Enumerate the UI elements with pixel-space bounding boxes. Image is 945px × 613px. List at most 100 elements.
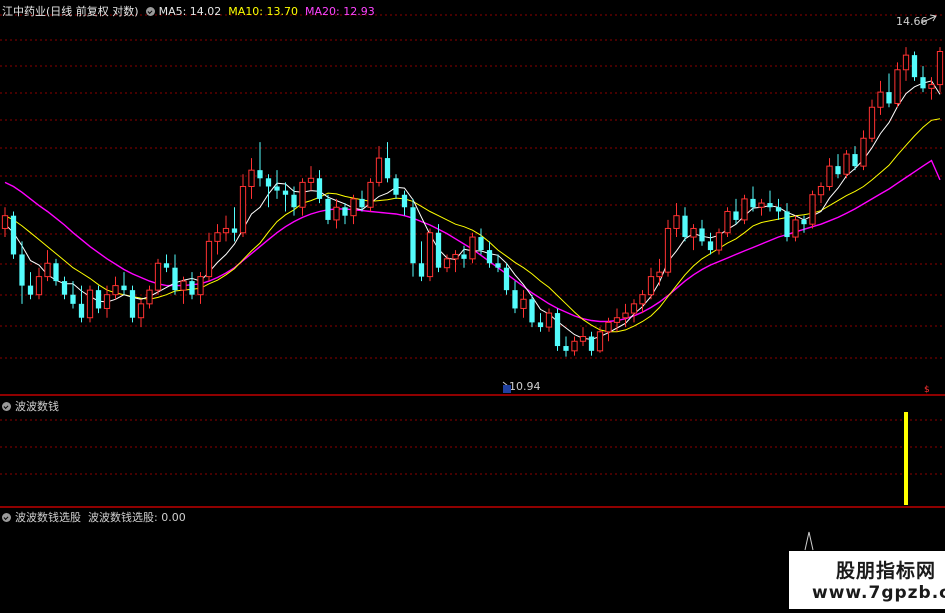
low-price-label: 10.94 bbox=[509, 380, 541, 393]
candle-108 bbox=[920, 66, 926, 93]
signal-bar bbox=[904, 412, 908, 505]
candle-body bbox=[27, 285, 34, 295]
candle-body bbox=[758, 202, 765, 208]
candle-body bbox=[809, 194, 816, 225]
settings-icon[interactable] bbox=[145, 6, 155, 16]
candle-96 bbox=[817, 182, 825, 204]
candle-body bbox=[19, 254, 25, 286]
candle-63 bbox=[537, 313, 544, 332]
candle-60 bbox=[512, 281, 518, 314]
candle-body bbox=[129, 290, 136, 318]
candle-body bbox=[274, 186, 280, 191]
candle-5 bbox=[44, 250, 51, 282]
settings-icon[interactable] bbox=[2, 512, 11, 522]
candle-11 bbox=[95, 285, 102, 314]
candle-body bbox=[180, 280, 187, 291]
candle-97 bbox=[826, 158, 833, 191]
candle-106 bbox=[902, 47, 910, 81]
candle-body bbox=[222, 227, 230, 234]
candle-37 bbox=[316, 170, 323, 204]
candle-91 bbox=[775, 198, 782, 220]
candle-67 bbox=[571, 336, 578, 356]
candle-body bbox=[835, 166, 841, 175]
candle-body bbox=[333, 206, 340, 221]
candle-69 bbox=[588, 331, 595, 356]
candle-body bbox=[682, 215, 688, 238]
candle-79 bbox=[673, 203, 680, 238]
candle-body bbox=[545, 312, 553, 328]
candle-body bbox=[452, 253, 459, 260]
candle-47 bbox=[401, 190, 408, 216]
candle-82 bbox=[699, 219, 705, 246]
candle-95 bbox=[809, 190, 816, 229]
candle-body bbox=[529, 299, 535, 323]
candle-body bbox=[359, 198, 365, 208]
candle-body bbox=[826, 165, 833, 187]
candle-26 bbox=[222, 215, 230, 242]
candle-73 bbox=[622, 303, 629, 328]
candle-body bbox=[801, 219, 807, 225]
candle-101 bbox=[860, 130, 867, 171]
candle-76 bbox=[647, 267, 655, 300]
candle-41 bbox=[350, 194, 357, 225]
candle-4 bbox=[35, 267, 43, 300]
candle-body bbox=[707, 241, 714, 251]
panel3-value: 波波数钱选股: 0.00 bbox=[88, 511, 186, 524]
candle-body bbox=[673, 215, 680, 229]
candle-body bbox=[605, 321, 612, 333]
panel2-title: 波波数钱 bbox=[15, 400, 59, 413]
candle-50 bbox=[426, 228, 434, 282]
candle-body bbox=[622, 312, 629, 319]
candle-99 bbox=[843, 150, 850, 179]
candle-81 bbox=[690, 224, 697, 251]
candle-38 bbox=[325, 194, 331, 225]
candle-110 bbox=[936, 47, 944, 93]
candle-body bbox=[928, 84, 935, 89]
candle-body bbox=[512, 290, 518, 309]
candle-6 bbox=[53, 258, 59, 286]
candle-93 bbox=[792, 215, 799, 242]
signal-arrow-icon bbox=[804, 531, 814, 551]
candle-body bbox=[44, 262, 51, 278]
candle-66 bbox=[563, 336, 569, 357]
candle-84 bbox=[715, 228, 723, 255]
candle-body bbox=[53, 263, 59, 282]
candle-body bbox=[163, 263, 170, 268]
candle-body bbox=[860, 137, 867, 167]
ma10-line bbox=[4, 118, 941, 333]
candle-body bbox=[571, 340, 578, 352]
candle-body bbox=[784, 211, 790, 238]
candle-18 bbox=[154, 258, 162, 295]
candle-3 bbox=[27, 272, 34, 300]
candle-body bbox=[588, 336, 595, 351]
settings-icon[interactable] bbox=[2, 401, 11, 411]
candle-59 bbox=[503, 263, 510, 295]
candle-body bbox=[775, 207, 782, 212]
candle-51 bbox=[435, 224, 442, 273]
high-price-label: 14.66 bbox=[896, 15, 928, 28]
stock-chart: 14.66 10.94 $ 江中药业(日线 前复权 对数) MA5: 14.02… bbox=[0, 0, 945, 609]
candle-body bbox=[724, 210, 731, 234]
candle-body bbox=[639, 294, 646, 305]
candle-10 bbox=[86, 285, 94, 323]
candle-29 bbox=[248, 158, 255, 199]
candle-20 bbox=[172, 254, 178, 295]
candle-body bbox=[520, 298, 527, 309]
candle-body bbox=[596, 331, 604, 352]
candle-25 bbox=[214, 224, 221, 255]
candle-body bbox=[792, 219, 799, 238]
candle-55 bbox=[469, 232, 476, 264]
candle-body bbox=[478, 237, 484, 251]
candle-body bbox=[172, 267, 178, 291]
candle-body bbox=[112, 285, 119, 296]
candle-body bbox=[418, 263, 425, 277]
candle-body bbox=[342, 207, 348, 216]
candle-body bbox=[61, 281, 68, 295]
candle-15 bbox=[129, 285, 136, 323]
candle-86 bbox=[733, 198, 739, 225]
marker-square-icon bbox=[503, 385, 511, 393]
candle-87 bbox=[741, 194, 748, 225]
candle-61 bbox=[520, 290, 527, 318]
candle-body bbox=[121, 285, 127, 291]
price-annotations: 14.66 10.94 $ bbox=[502, 14, 937, 551]
